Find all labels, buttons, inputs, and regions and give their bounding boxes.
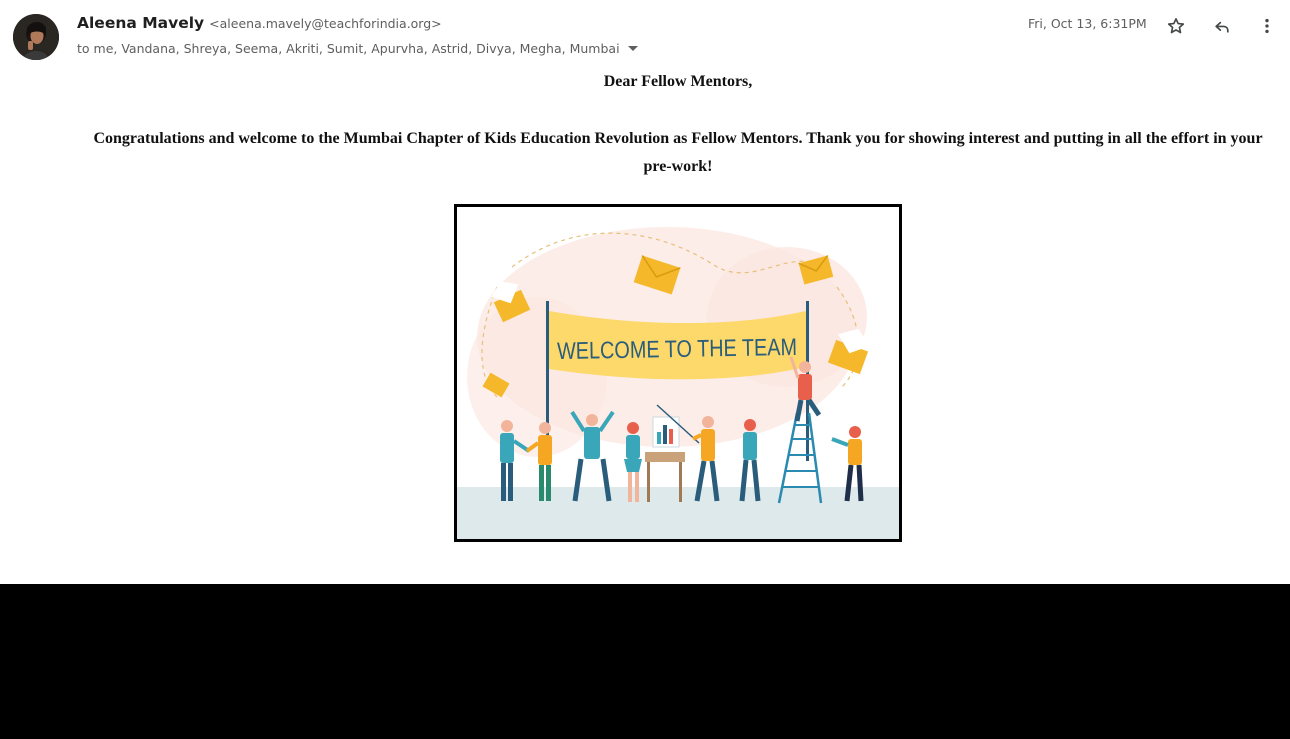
star-icon <box>1167 18 1185 34</box>
recipients-line: to me, Vandana, Shreya, Seema, Akriti, S… <box>77 39 638 57</box>
greeting-text: Dear Fellow Mentors, <box>603 73 753 90</box>
blank-area <box>0 584 1290 739</box>
message-date[interactable]: Fri, Oct 13, 6:31PM <box>1028 16 1147 31</box>
reply-icon <box>1215 21 1229 33</box>
banner-text: WELCOME TO THE TEAM <box>557 334 797 365</box>
more-options-button[interactable] <box>1253 12 1281 40</box>
more-vertical-icon <box>1265 18 1269 34</box>
star-button[interactable] <box>1162 12 1190 40</box>
sender-line: Aleena Mavely <aleena.mavely@teachforind… <box>77 14 442 36</box>
welcome-image[interactable]: WELCOME TO THE TEAM <box>454 204 902 542</box>
email-message: Aleena Mavely <aleena.mavely@teachforind… <box>0 0 1290 584</box>
body-paragraph: Congratulations and welcome to the Mumba… <box>93 130 1263 175</box>
chevron-down-icon[interactable] <box>627 45 638 51</box>
sender-name[interactable]: Aleena Mavely <box>77 14 204 32</box>
recipients-text: to me, Vandana, Shreya, Seema, Akriti, S… <box>77 40 620 56</box>
avatar[interactable] <box>13 14 59 60</box>
sender-email: <aleena.mavely@teachforindia.org> <box>209 16 442 31</box>
reply-button[interactable] <box>1208 12 1236 40</box>
welcome-illustration: WELCOME TO THE TEAM <box>457 227 899 539</box>
